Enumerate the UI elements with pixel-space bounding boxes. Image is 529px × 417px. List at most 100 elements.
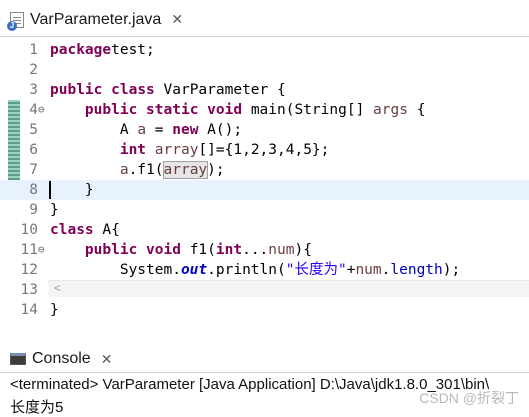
code-line[interactable]: 2: [0, 60, 529, 80]
code-token: =: [146, 122, 173, 138]
code-token: .f1(: [128, 162, 164, 178]
code-text: System.out.println("长度为"+num.length);: [50, 260, 460, 280]
code-text: int array[]={1,2,3,4,5};: [50, 140, 330, 160]
code-token: public: [84, 102, 138, 118]
code-token: num: [355, 262, 382, 278]
code-line[interactable]: 12 System.out.println("长度为"+num.length);: [0, 260, 529, 280]
code-token: public: [84, 242, 138, 258]
code-token: "长度为": [285, 262, 347, 278]
code-line[interactable]: 11 ⊖ public void f1(int...num){: [0, 240, 529, 260]
code-token: VarParameter {: [154, 82, 286, 98]
watermark: CSDN @折裂丁: [419, 390, 519, 406]
console-output-line: 长度为5: [10, 399, 64, 416]
editor-tab-varparameter[interactable]: VarParameter.java ✕: [2, 4, 185, 35]
horizontal-scrollbar[interactable]: <: [48, 280, 529, 297]
code-token: public: [50, 82, 103, 98]
line-number: 1: [29, 42, 38, 58]
code-line[interactable]: 5 A a = new A();: [0, 120, 529, 140]
code-token: static: [146, 102, 199, 118]
code-token: args: [373, 102, 408, 118]
code-token: class: [111, 82, 155, 98]
code-token: void: [207, 102, 243, 118]
code-text: }: [50, 180, 94, 200]
code-line[interactable]: 3 public class VarParameter {: [0, 80, 529, 100]
code-token: class: [50, 222, 94, 238]
code-token: }: [50, 202, 59, 218]
code-text: }: [50, 300, 59, 317]
code-token: int: [215, 242, 243, 258]
code-token: array: [154, 142, 199, 158]
fold-toggle-icon[interactable]: ⊖: [38, 240, 48, 260]
code-line[interactable]: 7 a.f1(array);: [0, 160, 529, 180]
scroll-left-arrow-icon[interactable]: <: [54, 281, 61, 296]
code-token: main(String[]: [242, 102, 374, 118]
line-number: 5: [29, 122, 38, 138]
console-icon: [10, 353, 26, 365]
java-file-icon: [7, 11, 24, 31]
code-line[interactable]: 4 ⊖ public static void main(String[] args…: [0, 100, 529, 120]
line-number: 13: [20, 282, 38, 298]
code-token: out: [180, 262, 208, 278]
code-line[interactable]: 8 }: [0, 180, 529, 200]
code-line[interactable]: 6 int array[]={1,2,3,4,5};: [0, 140, 529, 160]
line-number: 2: [29, 62, 38, 78]
code-text: public void f1(int...num){: [50, 240, 312, 260]
fold-toggle-icon[interactable]: ⊖: [38, 100, 48, 120]
code-text: }: [50, 200, 59, 220]
code-token: void: [146, 242, 181, 258]
code-token: num: [268, 242, 295, 258]
code-text: public static void main(String[] args {: [50, 100, 426, 120]
close-icon[interactable]: ✕: [171, 11, 183, 28]
code-line[interactable]: 10 class A{: [0, 220, 529, 240]
line-number: 11: [20, 242, 38, 258]
code-token: new: [172, 122, 199, 138]
code-text: a.f1(array);: [50, 160, 225, 180]
close-icon[interactable]: ✕: [101, 351, 113, 368]
console-status-line: <terminated> VarParameter [Java Applicat…: [10, 376, 490, 393]
code-token: ){: [294, 242, 312, 258]
console-tab-bar: Console ✕: [0, 345, 529, 373]
editor-tab-title: VarParameter.java: [30, 10, 162, 28]
console-tab[interactable]: Console ✕: [4, 347, 112, 371]
code-token: package: [50, 42, 112, 58]
code-token: int: [119, 142, 147, 158]
code-token: System.: [50, 262, 181, 278]
line-number: 8: [29, 182, 38, 198]
code-token: }: [50, 182, 94, 198]
line-number: 6: [29, 142, 38, 158]
code-token: );: [442, 262, 461, 278]
code-line[interactable]: 1 packagetest;: [0, 40, 529, 60]
code-text: class A{: [50, 220, 120, 240]
code-editor[interactable]: 1 packagetest; 2 3 public class VarParameter…: [0, 37, 529, 317]
code-token: f1(: [180, 242, 216, 258]
code-token: }: [50, 302, 59, 317]
editor-tab-bar: VarParameter.java ✕: [0, 0, 529, 37]
code-token: .println(: [207, 262, 286, 278]
code-token: );: [207, 162, 225, 178]
code-token: {: [407, 102, 426, 118]
code-text: packagetest;: [50, 40, 155, 60]
console-tab-title: Console: [32, 350, 91, 367]
line-number: 3: [29, 82, 38, 98]
code-token: array: [162, 161, 209, 179]
code-line[interactable]: 9}: [0, 200, 529, 220]
code-token: length: [390, 262, 443, 278]
line-number: 9: [29, 202, 38, 218]
code-token: ...: [242, 242, 269, 258]
code-token: a: [119, 162, 129, 178]
line-number: 10: [20, 222, 38, 238]
line-number: 12: [20, 262, 38, 278]
line-number: 7: [29, 162, 38, 178]
code-token: A{: [93, 222, 120, 238]
code-line[interactable]: 14}: [0, 300, 529, 317]
code-token: A();: [198, 122, 243, 138]
code-text: A a = new A();: [50, 120, 242, 140]
